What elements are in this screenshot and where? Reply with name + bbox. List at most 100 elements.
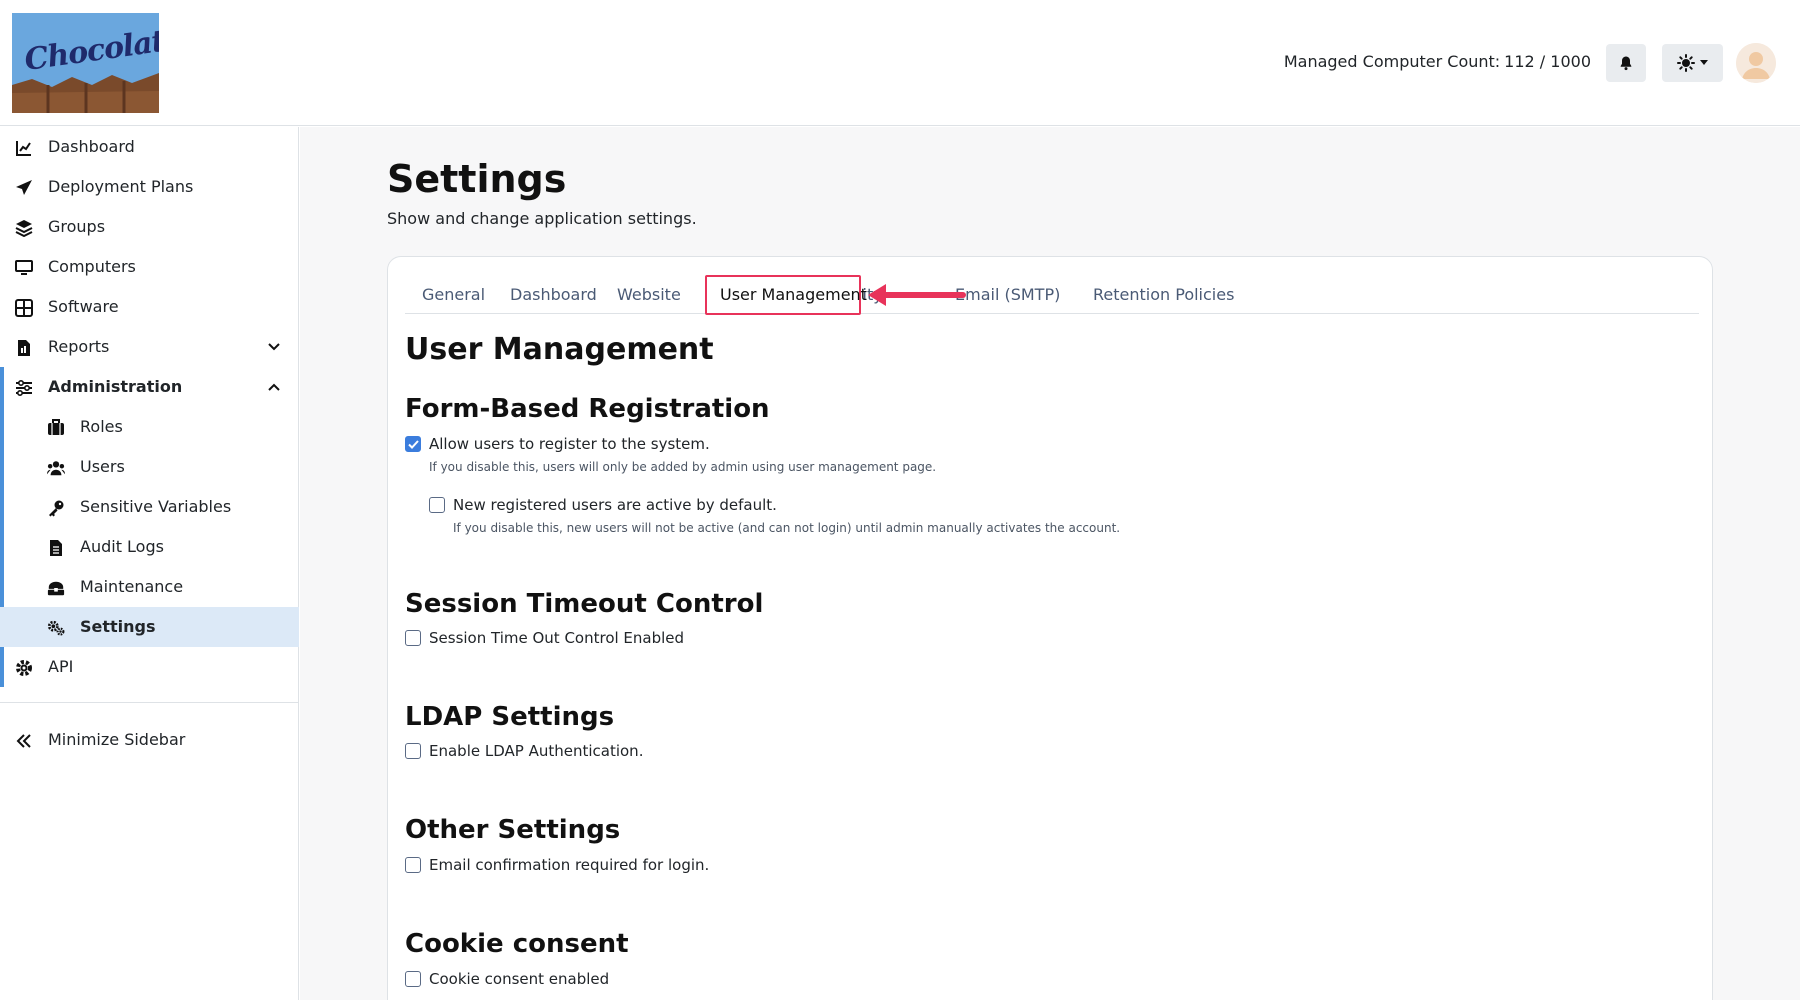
double-chevron-left-icon bbox=[15, 732, 33, 750]
cookie-consent-checkbox[interactable] bbox=[405, 971, 421, 987]
sidebar-item-label: Users bbox=[80, 457, 125, 476]
settings-tabs: General Dashboard Website Security Email… bbox=[405, 275, 1699, 315]
users-icon bbox=[47, 459, 65, 477]
page-subtitle: Show and change application settings. bbox=[387, 209, 697, 228]
user-avatar[interactable] bbox=[1736, 43, 1776, 83]
cookie-consent-checkbox-row[interactable]: Cookie consent enabled bbox=[405, 970, 609, 988]
allow-registration-help: If you disable this, users will only be … bbox=[429, 460, 937, 474]
tab-website[interactable]: Website bbox=[617, 285, 681, 304]
top-header: Chocolatey Managed Computer Count: 112 / … bbox=[0, 0, 1800, 126]
chocolatey-logo[interactable]: Chocolatey bbox=[12, 13, 159, 113]
sidebar-item-label: Maintenance bbox=[80, 577, 184, 596]
allow-registration-label: Allow users to register to the system. bbox=[429, 435, 710, 453]
tab-user-management[interactable]: User Management bbox=[720, 285, 867, 304]
sidebar-item-label: Sensitive Variables bbox=[80, 497, 232, 516]
sidebar-divider bbox=[0, 702, 299, 703]
sliders-icon bbox=[15, 379, 33, 397]
managed-count-label: Managed Computer Count: bbox=[1283, 52, 1501, 71]
paper-plane-icon bbox=[15, 179, 33, 197]
sidebar-item-label: Roles bbox=[80, 417, 123, 436]
sidebar-item-sensitive-variables[interactable]: Sensitive Variables bbox=[0, 487, 299, 527]
main-content: Settings Show and change application set… bbox=[300, 127, 1800, 1000]
chevron-down-icon bbox=[268, 343, 280, 351]
layers-icon bbox=[15, 219, 33, 237]
ldap-label: Enable LDAP Authentication. bbox=[429, 742, 644, 760]
sidebar-item-label: Dashboard bbox=[48, 137, 135, 156]
session-timeout-checkbox[interactable] bbox=[405, 630, 421, 646]
sidebar-item-deployment-plans[interactable]: Deployment Plans bbox=[0, 167, 299, 207]
desktop-icon bbox=[15, 259, 33, 277]
sidebar-item-label: Groups bbox=[48, 217, 106, 236]
sidebar-item-settings[interactable]: Settings bbox=[0, 607, 299, 647]
chevron-up-icon bbox=[268, 383, 280, 391]
grid-icon bbox=[15, 299, 33, 317]
chart-line-icon bbox=[15, 139, 33, 157]
sidebar-item-label: Settings bbox=[80, 617, 156, 636]
toolbox-icon bbox=[47, 579, 65, 597]
notifications-button[interactable] bbox=[1606, 44, 1646, 82]
email-confirmation-label: Email confirmation required for login. bbox=[429, 856, 710, 874]
minimize-sidebar-button[interactable]: Minimize Sidebar bbox=[0, 720, 299, 760]
suitcase-icon bbox=[47, 419, 65, 437]
page-title: Settings bbox=[387, 157, 567, 201]
bell-icon bbox=[1620, 56, 1632, 71]
checkmark-icon bbox=[407, 439, 419, 449]
minimize-sidebar-label: Minimize Sidebar bbox=[48, 730, 186, 749]
caret-down-icon bbox=[1700, 60, 1708, 65]
session-timeout-label: Session Time Out Control Enabled bbox=[429, 629, 685, 647]
tab-dashboard[interactable]: Dashboard bbox=[510, 285, 597, 304]
tab-general[interactable]: General bbox=[422, 285, 485, 304]
tab-retention-policies[interactable]: Retention Policies bbox=[1093, 285, 1234, 304]
avatar-icon bbox=[1736, 43, 1776, 83]
allow-registration-checkbox[interactable] bbox=[405, 436, 421, 452]
sidebar-item-computers[interactable]: Computers bbox=[0, 247, 299, 287]
managed-count-value: 112 / 1000 bbox=[1504, 52, 1591, 71]
theme-dropdown-button[interactable] bbox=[1662, 44, 1723, 82]
sidebar-item-label: Software bbox=[48, 297, 119, 316]
gear-icon bbox=[15, 659, 33, 677]
sidebar-item-software[interactable]: Software bbox=[0, 287, 299, 327]
sidebar-item-users[interactable]: Users bbox=[0, 447, 299, 487]
sidebar-item-label: API bbox=[48, 657, 74, 676]
sidebar-item-label: Administration bbox=[48, 377, 183, 396]
section-heading-ldap: LDAP Settings bbox=[405, 702, 615, 732]
cookie-consent-label: Cookie consent enabled bbox=[429, 970, 610, 988]
email-confirmation-checkbox-row[interactable]: Email confirmation required for login. bbox=[405, 856, 709, 874]
sidebar: Dashboard Deployment Plans Groups Comput… bbox=[0, 127, 299, 1000]
section-heading-form-registration: Form-Based Registration bbox=[405, 394, 770, 424]
gears-icon bbox=[47, 619, 65, 637]
sidebar-item-label: Reports bbox=[48, 337, 110, 356]
sidebar-item-groups[interactable]: Groups bbox=[0, 207, 299, 247]
key-icon bbox=[47, 499, 65, 517]
sidebar-item-roles[interactable]: Roles bbox=[0, 407, 299, 447]
sidebar-item-label: Computers bbox=[48, 257, 136, 276]
sidebar-item-label: Audit Logs bbox=[80, 537, 164, 556]
allow-registration-checkbox-row[interactable]: Allow users to register to the system. bbox=[405, 435, 710, 453]
sidebar-item-reports[interactable]: Reports bbox=[0, 327, 299, 367]
managed-computer-count: Managed Computer Count: 112 / 1000 bbox=[1284, 52, 1591, 71]
active-by-default-checkbox-row[interactable]: New registered users are active by defau… bbox=[429, 496, 777, 514]
report-icon bbox=[15, 339, 33, 357]
ldap-checkbox[interactable] bbox=[405, 743, 421, 759]
file-icon bbox=[47, 539, 65, 557]
sidebar-item-audit-logs[interactable]: Audit Logs bbox=[0, 527, 299, 567]
section-heading-user-management: User Management bbox=[405, 332, 714, 367]
settings-card: General Dashboard Website Security Email… bbox=[387, 256, 1713, 1000]
pointer-arrow-icon bbox=[868, 284, 966, 306]
section-heading-other-settings: Other Settings bbox=[405, 815, 621, 845]
section-heading-session-timeout: Session Timeout Control bbox=[405, 589, 764, 619]
tab-email-smtp[interactable]: Email (SMTP) bbox=[955, 285, 1060, 304]
active-by-default-help: If you disable this, new users will not … bbox=[453, 521, 1121, 535]
sidebar-item-label: Deployment Plans bbox=[48, 177, 194, 196]
session-timeout-checkbox-row[interactable]: Session Time Out Control Enabled bbox=[405, 629, 684, 647]
active-by-default-label: New registered users are active by defau… bbox=[453, 496, 777, 514]
sidebar-item-maintenance[interactable]: Maintenance bbox=[0, 567, 299, 607]
ldap-checkbox-row[interactable]: Enable LDAP Authentication. bbox=[405, 742, 643, 760]
section-heading-cookie-consent: Cookie consent bbox=[405, 929, 629, 959]
sun-icon bbox=[1677, 54, 1695, 72]
sidebar-item-api[interactable]: API bbox=[0, 647, 299, 687]
sidebar-item-administration[interactable]: Administration bbox=[0, 367, 299, 407]
active-by-default-checkbox[interactable] bbox=[429, 497, 445, 513]
email-confirmation-checkbox[interactable] bbox=[405, 857, 421, 873]
sidebar-item-dashboard[interactable]: Dashboard bbox=[0, 127, 299, 167]
